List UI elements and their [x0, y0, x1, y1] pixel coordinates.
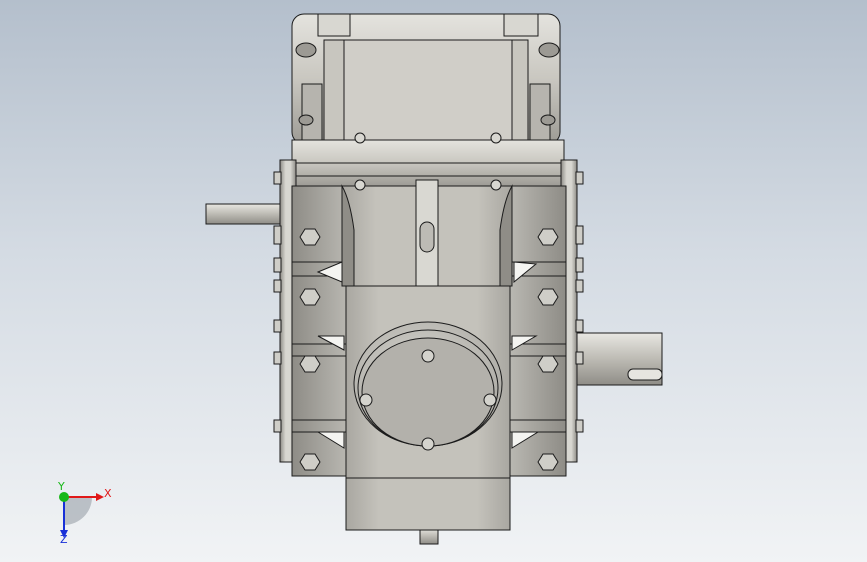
motor-flange[interactable]	[291, 13, 561, 145]
output-shaft[interactable]	[575, 332, 663, 386]
view-triad[interactable]: X Y Z	[57, 480, 112, 546]
end-cover[interactable]	[353, 321, 503, 447]
cad-viewport[interactable]: X Y Z	[0, 0, 867, 562]
y-axis-dot	[59, 492, 69, 502]
cover-bolt-bottom	[421, 437, 435, 451]
flange-hole-right	[538, 42, 560, 58]
gearbox-model[interactable]: X Y Z	[0, 0, 867, 562]
x-axis-arrow	[96, 493, 104, 501]
yoke[interactable]	[341, 179, 513, 287]
cover-bolt-right	[483, 393, 497, 407]
z-axis-label: Z	[60, 533, 68, 546]
cover-bolt-top	[421, 349, 435, 363]
x-axis-label: X	[104, 487, 112, 500]
input-shaft[interactable]	[205, 203, 285, 225]
cover-bolt-left	[359, 393, 373, 407]
y-axis-label: Y	[57, 480, 65, 493]
flange-hole-left	[295, 42, 317, 58]
